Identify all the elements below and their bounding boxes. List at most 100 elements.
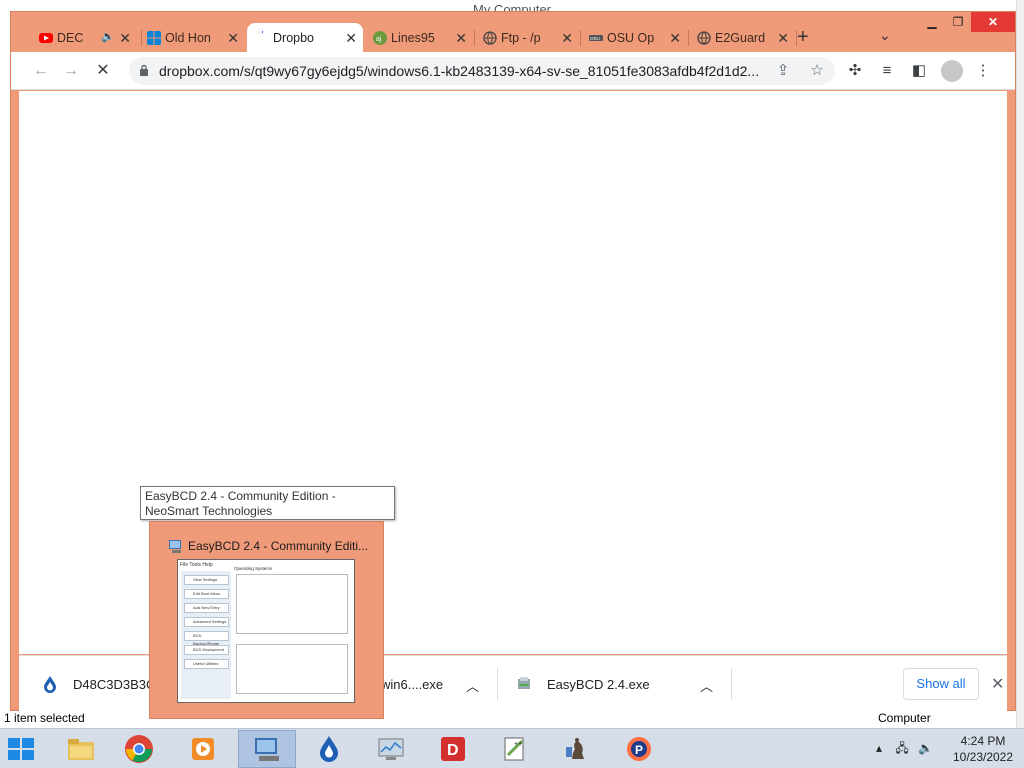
globe-icon	[697, 31, 711, 45]
aj-icon: aj	[373, 31, 387, 45]
taskbar-app-red[interactable]: D	[424, 730, 482, 768]
installer-icon	[518, 677, 530, 689]
windows-start-icon[interactable]	[6, 735, 36, 763]
forward-icon[interactable]: →	[61, 61, 81, 81]
new-tab-button[interactable]: +	[797, 26, 809, 49]
taskbar-tooltip: EasyBCD 2.4 - Community Edition - NeoSma…	[140, 486, 395, 520]
share-icon[interactable]: ⇪	[775, 63, 791, 79]
close-icon[interactable]: ✕	[669, 30, 681, 47]
preview-panel	[236, 574, 348, 634]
divider	[731, 668, 732, 700]
preview-button: BCD Backup/Repair	[184, 631, 229, 646]
preview-menu: File Tools Help	[180, 562, 213, 568]
media-control-icon[interactable]: ≡	[877, 61, 897, 81]
maximize-icon[interactable]: ❐	[945, 12, 971, 32]
tab-youtube[interactable]: DEC 🔈 ✕	[31, 23, 137, 52]
tab-search-icon[interactable]: ⌄	[879, 27, 891, 44]
taskbar-file-explorer[interactable]	[52, 730, 110, 768]
close-icon[interactable]: ✕	[561, 30, 573, 47]
easybcd-icon	[255, 738, 279, 761]
side-panel-icon[interactable]: ◧	[909, 61, 929, 81]
dropbox-drop-icon	[44, 676, 56, 693]
tab-old-home[interactable]: Old Hon ✕	[139, 23, 245, 52]
folder-icon	[68, 739, 94, 760]
download-item[interactable]: EasyBCD 2.4.exe	[515, 656, 650, 712]
close-icon[interactable]: ✕	[119, 30, 131, 47]
speaker-icon[interactable]: 🔈	[101, 30, 115, 43]
thumbnail-title: EasyBCD 2.4 - Community Editi...	[188, 539, 369, 553]
show-all-button[interactable]: Show all	[903, 668, 979, 700]
taskbar-notepad-plus[interactable]: ++	[486, 730, 544, 768]
bookmark-star-icon[interactable]: ☆	[809, 63, 825, 79]
tab-e2guard[interactable]: E2Guard ✕	[689, 23, 795, 52]
chevron-up-icon[interactable]: ︿	[700, 676, 713, 695]
download-item[interactable]: D48C3D3B3CF	[41, 656, 163, 712]
lock-icon	[140, 64, 148, 76]
taskbar: D ++ P ▴ 🖧 🔈 4:24 PM 10/23/2022	[0, 728, 1024, 768]
close-icon[interactable]: ✕	[455, 30, 467, 47]
close-shelf-icon[interactable]: ✕	[991, 674, 1004, 694]
tab-dropbox[interactable]: Dropbo ✕	[247, 23, 363, 52]
taskbar-app-p[interactable]: P	[610, 730, 668, 768]
monitor-icon	[378, 738, 404, 760]
svg-text:OSU: OSU	[590, 36, 600, 41]
url-text[interactable]: dropbox.com/s/qt9wy67gy6ejdg5/windows6.1…	[159, 63, 759, 79]
stop-loading-icon[interactable]: ✕	[93, 61, 113, 81]
network-icon[interactable]: 🖧	[895, 741, 908, 755]
extensions-icon[interactable]: ✣	[845, 61, 865, 81]
profile-avatar[interactable]	[941, 60, 963, 82]
tab-label: Old Hon	[165, 30, 211, 45]
close-icon[interactable]: ✕	[227, 30, 239, 47]
back-icon[interactable]: ←	[31, 61, 51, 81]
minimize-icon[interactable]: ▁	[919, 12, 945, 32]
chevron-up-icon[interactable]: ︿	[466, 676, 479, 695]
close-icon[interactable]: ✕	[777, 30, 789, 47]
windows-icon	[147, 31, 161, 45]
taskbar-thumbnail[interactable]: EasyBCD 2.4 - Community Editi... File To…	[149, 521, 384, 719]
download-item[interactable]: win6....exe	[381, 656, 443, 712]
tab-label: DEC	[57, 30, 84, 45]
preview-panel	[236, 644, 348, 694]
volume-icon[interactable]: 🔈	[918, 741, 933, 755]
window-controls: ▁ ❐ ✕	[919, 12, 1015, 34]
taskbar-easybcd[interactable]	[238, 730, 296, 768]
taskbar-chess[interactable]	[548, 730, 606, 768]
dropbox-drop-icon	[320, 736, 338, 762]
taskbar-resource-monitor[interactable]	[362, 730, 420, 768]
youtube-icon	[39, 33, 53, 43]
chess-icon	[566, 738, 584, 759]
tab-osu[interactable]: OSU OSU Op ✕	[581, 23, 687, 52]
address-bar[interactable]: dropbox.com/s/qt9wy67gy6ejdg5/windows6.1…	[129, 57, 835, 85]
tab-label: OSU Op	[607, 30, 655, 45]
osu-icon: OSU	[589, 35, 603, 41]
tab-label: Lines95	[391, 30, 435, 45]
browser-toolbar: ← → ✕ dropbox.com/s/qt9wy67gy6ejdg5/wind…	[11, 52, 1015, 90]
close-window-icon[interactable]: ✕	[971, 12, 1015, 32]
globe-icon	[483, 31, 497, 45]
background-window-edge	[1016, 0, 1024, 728]
taskbar-media-player[interactable]	[174, 730, 232, 768]
taskbar-chrome[interactable]	[110, 730, 168, 768]
easybcd-icon	[169, 540, 181, 553]
taskbar-clock[interactable]: 4:24 PM 10/23/2022	[950, 733, 1016, 765]
loading-icon	[261, 31, 264, 34]
tab-label: Dropbo	[273, 30, 314, 45]
thumbnail-preview: File Tools Help View Settings Edit Boot …	[177, 559, 355, 703]
tab-ftp[interactable]: Ftp - /p ✕	[475, 23, 579, 52]
tab-lines95[interactable]: aj Lines95 ✕	[365, 23, 473, 52]
download-filename: win6....exe	[381, 676, 444, 692]
download-filename: EasyBCD 2.4.exe	[547, 676, 650, 692]
tab-label: E2Guard	[715, 30, 766, 45]
taskbar-dropbox[interactable]	[300, 730, 358, 768]
svg-text:++: ++	[514, 741, 522, 748]
menu-icon[interactable]: ⋮	[973, 61, 993, 81]
p-app-icon: P	[627, 737, 651, 761]
close-icon[interactable]: ✕	[345, 30, 357, 47]
show-hidden-icons[interactable]: ▴	[876, 741, 882, 755]
chrome-icon	[125, 735, 153, 763]
preview-button: Add New Entry	[184, 603, 229, 613]
preview-button: Useful Utilities	[184, 659, 229, 669]
preview-button: Advanced Settings	[184, 617, 229, 627]
background-status-text: 1 item selected	[4, 711, 85, 725]
media-player-icon	[192, 738, 214, 760]
